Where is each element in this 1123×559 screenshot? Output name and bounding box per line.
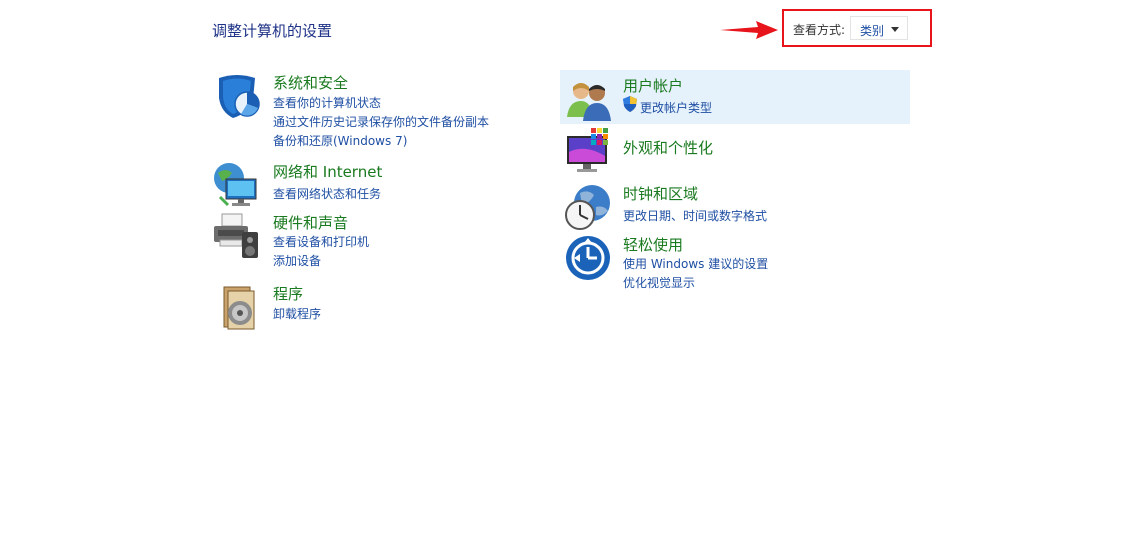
category-network-internet: 网络和 Internet 查看网络状态和任务 xyxy=(212,161,532,219)
link-windows-recommended-settings[interactable]: 使用 Windows 建议的设置 xyxy=(623,255,768,272)
link-file-history-backup[interactable]: 通过文件历史记录保存你的文件备份副本 xyxy=(273,113,489,130)
link-add-device[interactable]: 添加设备 xyxy=(273,252,321,269)
category-title-system-security[interactable]: 系统和安全 xyxy=(273,72,348,93)
category-appearance-personalization: 外观和个性化 xyxy=(562,127,902,185)
category-title-user-accounts[interactable]: 用户帐户 xyxy=(623,75,683,96)
view-by-label: 查看方式: xyxy=(793,23,846,37)
category-title-hardware-sound[interactable]: 硬件和声音 xyxy=(273,212,348,233)
page-title: 调整计算机的设置 xyxy=(212,22,333,40)
category-title-ease-of-access[interactable]: 轻松使用 xyxy=(623,234,683,255)
link-network-status-tasks[interactable]: 查看网络状态和任务 xyxy=(273,185,381,202)
clock-globe-icon xyxy=(565,185,610,230)
monitor-palette-icon xyxy=(567,128,608,172)
category-user-accounts: 用户帐户 更改帐户类型 xyxy=(562,75,902,133)
ease-of-access-icon xyxy=(566,236,610,280)
printer-speaker-icon xyxy=(214,213,258,258)
view-by-dropdown[interactable]: 类别 xyxy=(850,16,908,40)
category-title-appearance[interactable]: 外观和个性化 xyxy=(623,137,713,158)
view-by-value: 类别 xyxy=(860,24,885,38)
link-optimize-visual-display[interactable]: 优化视觉显示 xyxy=(623,274,695,291)
programs-disc-icon xyxy=(223,286,255,330)
uac-shield-icon xyxy=(623,96,637,112)
link-change-date-time-format[interactable]: 更改日期、时间或数字格式 xyxy=(623,207,767,224)
users-icon xyxy=(567,83,611,121)
network-globe-icon xyxy=(214,163,257,207)
link-backup-restore[interactable]: 备份和还原(Windows 7) xyxy=(273,132,407,149)
category-title-programs[interactable]: 程序 xyxy=(273,283,303,304)
category-clock-region: 时钟和区域 更改日期、时间或数字格式 xyxy=(562,183,902,241)
category-title-network-internet[interactable]: 网络和 Internet xyxy=(273,161,382,182)
link-change-account-type[interactable]: 更改帐户类型 xyxy=(640,99,712,116)
category-system-security: 系统和安全 查看你的计算机状态 通过文件历史记录保存你的文件备份副本 备份和还原… xyxy=(212,72,532,148)
category-programs: 程序 卸载程序 xyxy=(212,283,532,341)
category-hardware-sound: 硬件和声音 查看设备和打印机 添加设备 xyxy=(212,212,532,270)
link-uninstall-program[interactable]: 卸载程序 xyxy=(273,305,321,322)
link-devices-printers[interactable]: 查看设备和打印机 xyxy=(273,233,369,250)
category-title-clock-region[interactable]: 时钟和区域 xyxy=(623,183,698,204)
category-ease-of-access: 轻松使用 使用 Windows 建议的设置 优化视觉显示 xyxy=(562,234,902,292)
chevron-down-icon xyxy=(891,27,899,32)
shield-icon xyxy=(219,75,260,118)
annotation-arrow-icon xyxy=(720,21,778,39)
link-view-computer-status[interactable]: 查看你的计算机状态 xyxy=(273,94,381,111)
